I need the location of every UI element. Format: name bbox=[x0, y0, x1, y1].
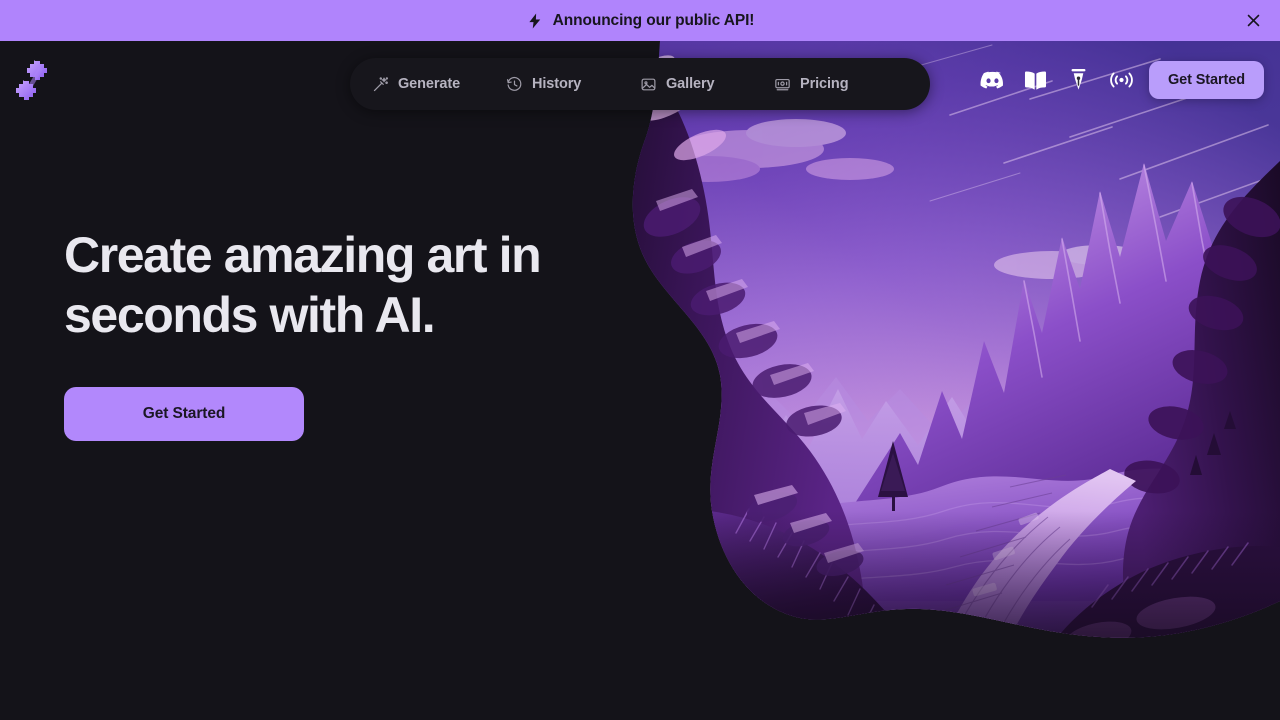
page-title: Create amazing art in seconds with AI. bbox=[64, 227, 542, 343]
nav-label: Generate bbox=[398, 76, 461, 92]
header-social-icons bbox=[980, 41, 1134, 119]
nav-item-generate[interactable]: Generate bbox=[372, 76, 506, 93]
close-icon[interactable] bbox=[1238, 6, 1268, 36]
image-icon bbox=[641, 78, 656, 90]
nav-label: Pricing bbox=[800, 76, 849, 92]
book-docs-icon[interactable] bbox=[1023, 68, 1048, 93]
pen-nib-icon[interactable] bbox=[1066, 68, 1091, 93]
lightning-bolt-icon bbox=[529, 13, 540, 28]
nav-item-pricing[interactable]: Pricing bbox=[774, 76, 908, 93]
nav-item-history[interactable]: History bbox=[506, 76, 640, 93]
discord-icon[interactable] bbox=[980, 68, 1005, 93]
magic-wand-icon bbox=[373, 76, 389, 91]
main-nav: Generate History Gallery Pricing bbox=[350, 58, 930, 110]
site-header: Generate History Gallery Pricing Get Sta… bbox=[0, 41, 1280, 119]
hero-section: Create amazing art in seconds with AI. G… bbox=[64, 225, 604, 441]
announcement-bar[interactable]: Announcing our public API! bbox=[0, 0, 1280, 41]
hero-artwork bbox=[600, 41, 1280, 681]
nav-label: History bbox=[532, 76, 582, 92]
hero-get-started-button[interactable]: Get Started bbox=[64, 387, 304, 441]
announcement-text: Announcing our public API! bbox=[552, 11, 755, 29]
nav-label: Gallery bbox=[666, 76, 715, 92]
gear-logo-icon[interactable] bbox=[14, 55, 50, 105]
clock-history-icon bbox=[506, 76, 522, 91]
nav-get-started-button[interactable]: Get Started bbox=[1148, 61, 1264, 99]
pricing-display-icon bbox=[775, 78, 790, 90]
broadcast-signal-icon[interactable] bbox=[1109, 68, 1134, 93]
announcement-content: Announcing our public API! bbox=[526, 11, 755, 31]
nav-item-gallery[interactable]: Gallery bbox=[640, 76, 774, 93]
landing-page: Announcing our public API! Generate Hist… bbox=[0, 0, 1280, 720]
